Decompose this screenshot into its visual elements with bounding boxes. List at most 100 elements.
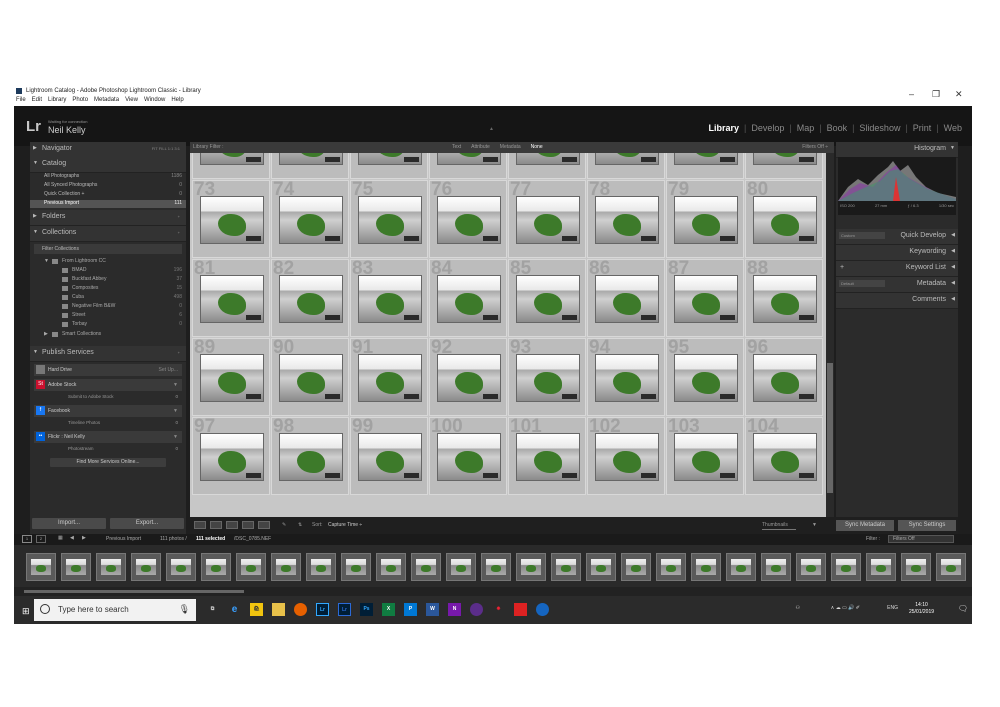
- file-explorer-icon[interactable]: [272, 603, 285, 616]
- collapse-triangle-icon[interactable]: ▼: [950, 145, 955, 151]
- filmstrip-thumbnail[interactable]: [901, 553, 931, 581]
- photo-thumbnail[interactable]: [200, 433, 264, 481]
- filmstrip-thumbnail[interactable]: [831, 553, 861, 581]
- publish-services-header[interactable]: ▼ Publish Services +: [30, 346, 186, 362]
- photo-grid-cell[interactable]: 92: [429, 337, 507, 416]
- service-collection[interactable]: Photostream 0: [34, 444, 182, 454]
- photo-badge-icon[interactable]: [483, 236, 498, 241]
- firefox-icon[interactable]: [294, 603, 307, 616]
- catalog-item-quick-collection[interactable]: Quick Collection + 0: [30, 191, 186, 199]
- photo-grid-cell[interactable]: 100: [429, 416, 507, 495]
- keyword-list-header[interactable]: + Keyword List ◀: [836, 261, 958, 277]
- photo-thumbnail[interactable]: [200, 153, 264, 165]
- loupe-view-icon[interactable]: [210, 521, 222, 529]
- saved-preset-dropdown[interactable]: Custom: [839, 232, 885, 239]
- collection-item[interactable]: Buckfast Abbey 37: [30, 276, 186, 284]
- comments-header[interactable]: Comments ◀: [836, 293, 958, 309]
- filter-metadata[interactable]: Metadata: [500, 144, 521, 150]
- photo-thumbnail[interactable]: [753, 433, 817, 481]
- photo-badge-icon[interactable]: [641, 236, 656, 241]
- photo-thumbnail[interactable]: [595, 153, 659, 165]
- photo-badge-icon[interactable]: [720, 315, 735, 320]
- collapse-triangle-icon[interactable]: ▼: [33, 160, 38, 166]
- photo-thumbnail[interactable]: [595, 275, 659, 323]
- photo-thumbnail[interactable]: [358, 433, 422, 481]
- collection-item[interactable]: BMAD 196: [30, 267, 186, 275]
- language-indicator[interactable]: ENG: [887, 605, 898, 611]
- expand-triangle-icon[interactable]: ◀: [951, 248, 955, 254]
- photo-thumbnail[interactable]: [516, 275, 580, 323]
- app-taskbar-icon[interactable]: [470, 603, 483, 616]
- menu-window[interactable]: Window: [144, 97, 165, 103]
- catalog-item-all-photographs[interactable]: All Photographs 1186: [30, 173, 186, 181]
- photo-thumbnail[interactable]: [358, 354, 422, 402]
- photo-thumbnail[interactable]: [279, 275, 343, 323]
- photo-thumbnail[interactable]: [279, 153, 343, 165]
- photo-grid-cell[interactable]: 102: [587, 416, 665, 495]
- photo-grid-cell[interactable]: 81: [192, 258, 270, 337]
- photo-thumbnail[interactable]: [516, 196, 580, 244]
- windows-start-icon[interactable]: ⊞: [22, 606, 30, 617]
- photo-grid-cell[interactable]: 75: [350, 179, 428, 258]
- photo-badge-icon[interactable]: [641, 157, 656, 162]
- metadata-preset-dropdown[interactable]: Default: [839, 280, 885, 287]
- filmstrip-thumbnail[interactable]: [516, 553, 546, 581]
- photo-thumbnail[interactable]: [595, 433, 659, 481]
- photo-grid-cell[interactable]: [271, 153, 349, 179]
- module-library[interactable]: Library: [708, 123, 739, 133]
- photo-grid-cell[interactable]: 95: [666, 337, 744, 416]
- menu-view[interactable]: View: [125, 97, 138, 103]
- filmstrip-source[interactable]: Previous Import: [106, 536, 141, 542]
- photo-grid-cell[interactable]: 74: [271, 179, 349, 258]
- photo-badge-icon[interactable]: [799, 473, 814, 478]
- filter-collections-field[interactable]: Filter Collections: [34, 244, 182, 254]
- filmstrip-thumbnail[interactable]: [236, 553, 266, 581]
- filmstrip-scroll-thumb[interactable]: [24, 590, 244, 593]
- filmstrip-thumbnail[interactable]: [26, 553, 56, 581]
- photo-badge-icon[interactable]: [799, 315, 814, 320]
- store-icon[interactable]: 🛍: [250, 603, 263, 616]
- sort-direction-icon[interactable]: ⇅: [298, 522, 302, 528]
- filmstrip-thumbnail[interactable]: [341, 553, 371, 581]
- filter-text[interactable]: Text: [452, 144, 461, 150]
- filmstrip-thumbnail[interactable]: [306, 553, 336, 581]
- histogram-header[interactable]: Histogram ▼: [836, 142, 958, 158]
- photo-badge-icon[interactable]: [404, 236, 419, 241]
- photo-badge-icon[interactable]: [720, 236, 735, 241]
- filmstrip-thumbnail[interactable]: [376, 553, 406, 581]
- photo-grid-cell[interactable]: [429, 153, 507, 179]
- filmstrip-thumbnail[interactable]: [691, 553, 721, 581]
- photo-thumbnail[interactable]: [279, 433, 343, 481]
- photo-grid-cell[interactable]: 78: [587, 179, 665, 258]
- photo-badge-icon[interactable]: [246, 157, 261, 162]
- photo-thumbnail[interactable]: [516, 153, 580, 165]
- grid-scrollbar[interactable]: [826, 153, 834, 517]
- photo-grid-cell[interactable]: 79: [666, 179, 744, 258]
- photo-badge-icon[interactable]: [404, 315, 419, 320]
- panel-collapse-arrow-icon[interactable]: ▲: [489, 126, 494, 132]
- photo-badge-icon[interactable]: [720, 473, 735, 478]
- service-collection[interactable]: Timeline Photos 0: [34, 418, 182, 428]
- photo-badge-icon[interactable]: [799, 394, 814, 399]
- people-icon[interactable]: ⚇: [796, 605, 800, 611]
- module-print[interactable]: Print: [913, 123, 932, 133]
- photo-badge-icon[interactable]: [641, 315, 656, 320]
- photo-badge-icon[interactable]: [483, 473, 498, 478]
- photo-grid-cell[interactable]: 88: [745, 258, 823, 337]
- filmstrip-thumbnail[interactable]: [586, 553, 616, 581]
- app-taskbar-icon[interactable]: [536, 603, 549, 616]
- photo-thumbnail[interactable]: [437, 153, 501, 165]
- photo-thumbnail[interactable]: [279, 196, 343, 244]
- collection-item[interactable]: Cuba 498: [30, 294, 186, 302]
- system-tray-icons[interactable]: ∧ ☁ ▭ 🔊 ✐: [831, 605, 860, 611]
- filmstrip-thumbnail[interactable]: [446, 553, 476, 581]
- project-taskbar-icon[interactable]: P: [404, 603, 417, 616]
- photo-badge-icon[interactable]: [325, 236, 340, 241]
- photo-thumbnail[interactable]: [437, 196, 501, 244]
- photo-grid-cell[interactable]: [745, 153, 823, 179]
- service-adobe-stock[interactable]: St Adobe Stock ▼: [34, 379, 182, 391]
- sort-dropdown[interactable]: Capture Time ÷: [328, 522, 362, 528]
- task-view-icon[interactable]: ⧉: [206, 603, 219, 616]
- collection-set-from-lightroom-cc[interactable]: ▼ From Lightroom CC: [30, 258, 186, 266]
- collapse-triangle-icon[interactable]: ▼: [33, 229, 38, 235]
